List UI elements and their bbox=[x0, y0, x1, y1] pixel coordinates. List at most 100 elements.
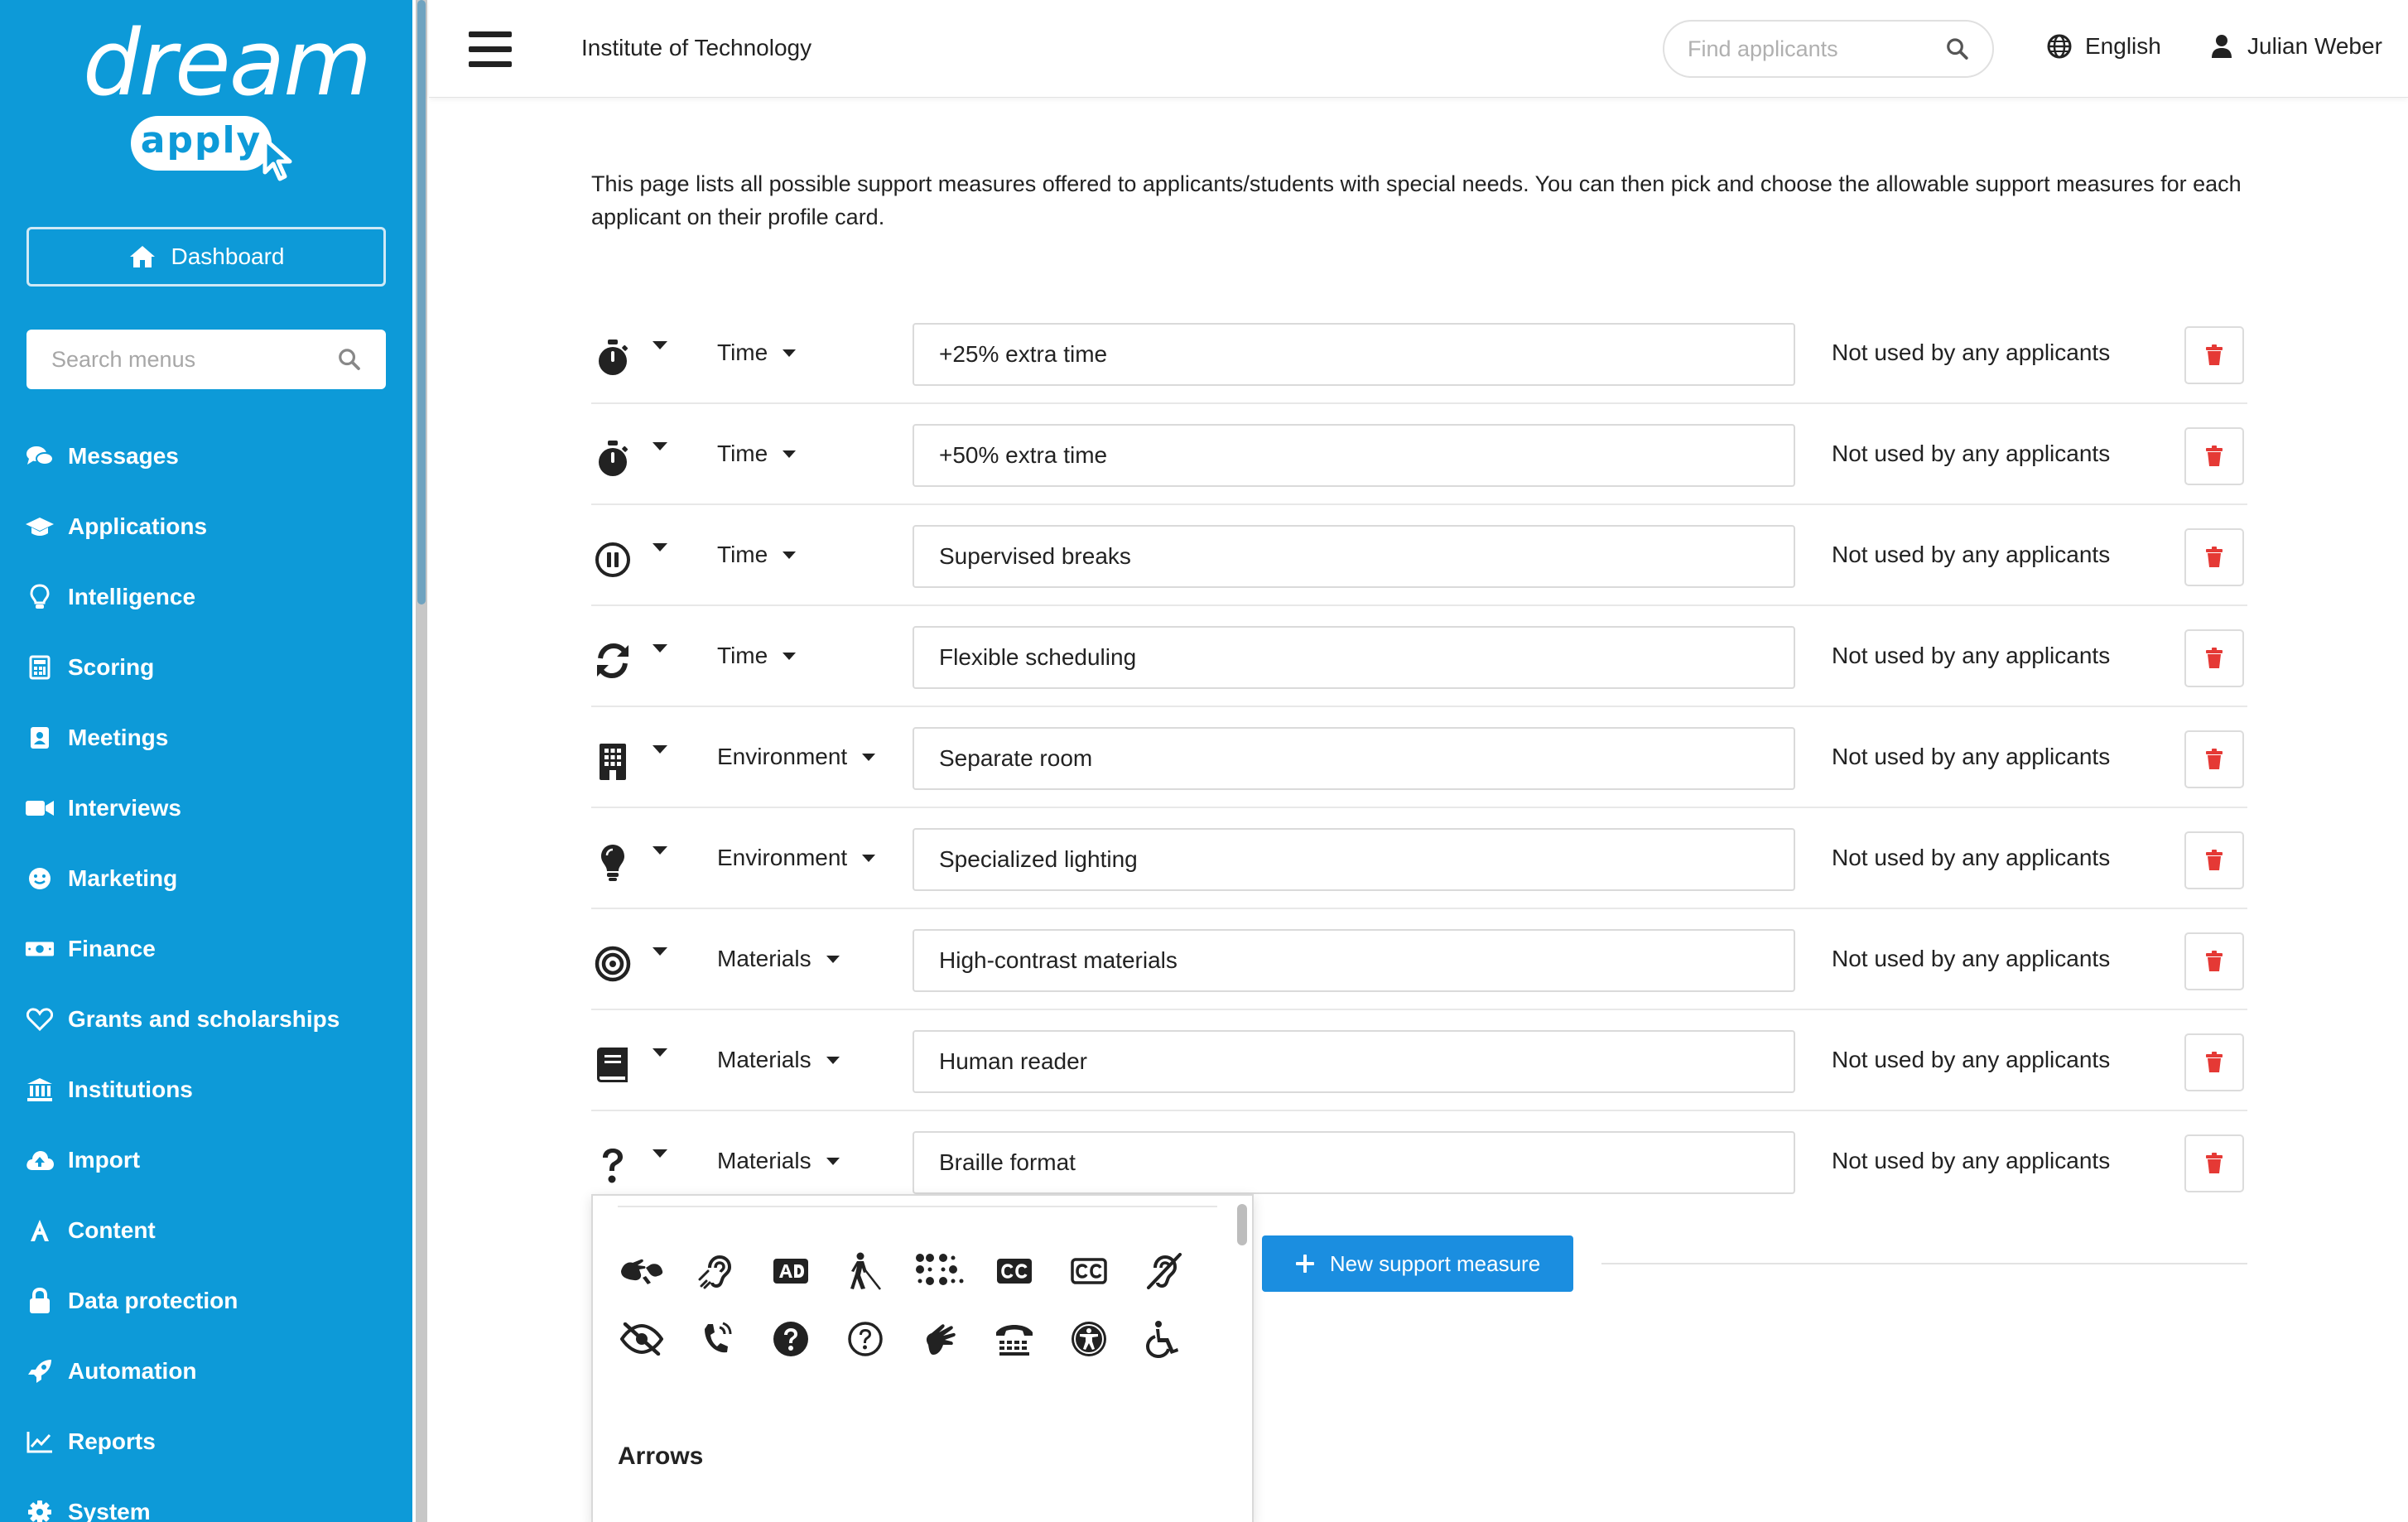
category-dropdown[interactable]: Time bbox=[717, 441, 797, 467]
category-dropdown[interactable]: Environment bbox=[717, 845, 876, 871]
delete-button[interactable] bbox=[2184, 1134, 2244, 1192]
applicant-search-input[interactable] bbox=[1688, 36, 1947, 62]
icon-dropdown-toggle[interactable] bbox=[653, 442, 667, 450]
sidebar-item-institutions[interactable]: Institutions bbox=[0, 1054, 412, 1125]
logo-wordmark: dream bbox=[83, 10, 372, 116]
icon-dropdown-toggle[interactable] bbox=[653, 1048, 667, 1057]
sidebar-scrollbar-thumb[interactable] bbox=[417, 0, 426, 604]
bullseye-icon[interactable] bbox=[591, 942, 634, 985]
sidebar-item-messages[interactable]: Messages bbox=[0, 421, 412, 491]
icon-dropdown-toggle[interactable] bbox=[653, 1149, 667, 1158]
braille-icon[interactable] bbox=[911, 1242, 969, 1300]
icon-dropdown-toggle[interactable] bbox=[653, 644, 667, 653]
category-label: Time bbox=[717, 441, 768, 466]
category-dropdown[interactable]: Time bbox=[717, 340, 797, 366]
measure-name-input[interactable] bbox=[913, 323, 1795, 386]
language-selector[interactable]: English bbox=[2047, 33, 2161, 60]
wheelchair-icon[interactable] bbox=[1134, 1310, 1192, 1368]
trash-icon bbox=[2206, 1153, 2223, 1173]
sidebar-item-automation[interactable]: Automation bbox=[0, 1336, 412, 1406]
measure-name-input[interactable] bbox=[913, 525, 1795, 588]
category-dropdown[interactable]: Materials bbox=[717, 1148, 840, 1174]
icon-dropdown-toggle[interactable] bbox=[653, 745, 667, 754]
building-icon[interactable] bbox=[591, 740, 634, 783]
closed-captioning-icon[interactable] bbox=[985, 1242, 1043, 1300]
sign-language-interpreting-icon[interactable] bbox=[613, 1242, 671, 1300]
measure-name-input[interactable] bbox=[913, 828, 1795, 891]
stopwatch-icon[interactable] bbox=[591, 336, 634, 379]
delete-button[interactable] bbox=[2184, 629, 2244, 687]
universal-access-icon[interactable] bbox=[1060, 1310, 1118, 1368]
pause-circle-icon[interactable] bbox=[591, 538, 634, 581]
measure-name-input[interactable] bbox=[913, 727, 1795, 790]
category-dropdown[interactable]: Time bbox=[717, 542, 797, 568]
question-circle-icon[interactable] bbox=[762, 1310, 820, 1368]
dreamapply-logo[interactable]: dream apply bbox=[83, 10, 372, 184]
dashboard-button[interactable]: Dashboard bbox=[26, 227, 386, 287]
delete-button[interactable] bbox=[2184, 528, 2244, 586]
assistive-listening-icon[interactable] bbox=[687, 1242, 745, 1300]
sidebar-item-system[interactable]: System bbox=[0, 1476, 412, 1522]
sidebar-item-content[interactable]: Content bbox=[0, 1195, 412, 1265]
category-dropdown[interactable]: Materials bbox=[717, 1047, 840, 1073]
measure-name-input[interactable] bbox=[913, 424, 1795, 487]
icon-dropdown-toggle[interactable] bbox=[653, 341, 667, 349]
sidebar-item-grants[interactable]: Grants and scholarships bbox=[0, 984, 412, 1054]
delete-button[interactable] bbox=[2184, 326, 2244, 384]
tty-icon[interactable] bbox=[985, 1310, 1043, 1368]
low-vision-icon[interactable] bbox=[613, 1310, 671, 1368]
delete-button[interactable] bbox=[2184, 932, 2244, 990]
sidebar-item-interviews[interactable]: Interviews bbox=[0, 773, 412, 843]
sidebar-item-applications[interactable]: Applications bbox=[0, 491, 412, 561]
sidebar-item-import[interactable]: Import bbox=[0, 1125, 412, 1195]
smile-icon bbox=[25, 864, 55, 893]
menu-search bbox=[26, 330, 386, 389]
lightbulb-icon[interactable] bbox=[591, 841, 634, 884]
book-icon[interactable] bbox=[591, 1043, 634, 1086]
icon-dropdown-toggle[interactable] bbox=[653, 846, 667, 855]
new-support-measure-button[interactable]: New support measure bbox=[1262, 1235, 1573, 1292]
question-circle-outline-icon[interactable] bbox=[836, 1310, 894, 1368]
volume-control-phone-icon[interactable] bbox=[687, 1310, 745, 1368]
delete-button[interactable] bbox=[2184, 427, 2244, 485]
sidebar-item-label: Messages bbox=[68, 442, 179, 469]
sidebar-item-label: Content bbox=[68, 1216, 156, 1243]
measure-name-input[interactable] bbox=[913, 626, 1795, 689]
sidebar-item-marketing[interactable]: Marketing bbox=[0, 843, 412, 913]
sidebar-item-finance[interactable]: Finance bbox=[0, 913, 412, 984]
search-icon[interactable] bbox=[1946, 36, 1969, 61]
blind-icon[interactable] bbox=[836, 1242, 894, 1300]
stopwatch-icon[interactable] bbox=[591, 437, 634, 480]
delete-button[interactable] bbox=[2184, 1033, 2244, 1091]
trash-icon bbox=[2206, 749, 2223, 769]
delete-button[interactable] bbox=[2184, 730, 2244, 788]
sidebar-scrollbar[interactable] bbox=[416, 0, 427, 1522]
menu-search-input[interactable] bbox=[51, 346, 339, 373]
sign-language-icon[interactable] bbox=[911, 1310, 969, 1368]
search-icon[interactable] bbox=[338, 347, 361, 372]
deaf-icon[interactable] bbox=[1134, 1242, 1192, 1300]
sidebar-item-intelligence[interactable]: Intelligence bbox=[0, 561, 412, 632]
category-dropdown[interactable]: Environment bbox=[717, 744, 876, 770]
audio-description-icon[interactable] bbox=[762, 1242, 820, 1300]
user-menu[interactable]: Julian Weber bbox=[2211, 33, 2382, 60]
sidebar-item-label: Marketing bbox=[68, 865, 178, 891]
question-icon[interactable] bbox=[591, 1144, 634, 1187]
icon-dropdown-toggle[interactable] bbox=[653, 947, 667, 956]
sidebar-item-scoring[interactable]: Scoring bbox=[0, 632, 412, 702]
icon-dropdown-toggle[interactable] bbox=[653, 543, 667, 551]
category-dropdown[interactable]: Time bbox=[717, 643, 797, 669]
sidebar-item-meetings[interactable]: Meetings bbox=[0, 702, 412, 773]
menu-toggle-button[interactable] bbox=[469, 31, 512, 68]
chart-line-icon bbox=[25, 1427, 55, 1457]
icon-picker-scrollbar[interactable] bbox=[1237, 1204, 1247, 1245]
category-dropdown[interactable]: Materials bbox=[717, 946, 840, 972]
sidebar-item-reports[interactable]: Reports bbox=[0, 1406, 412, 1476]
measure-name-input[interactable] bbox=[913, 1030, 1795, 1093]
measure-name-input[interactable] bbox=[913, 929, 1795, 992]
closed-captioning-outline-icon[interactable] bbox=[1060, 1242, 1118, 1300]
sync-icon[interactable] bbox=[591, 639, 634, 682]
measure-name-input[interactable] bbox=[913, 1131, 1795, 1194]
sidebar-item-data-protection[interactable]: Data protection bbox=[0, 1265, 412, 1336]
delete-button[interactable] bbox=[2184, 831, 2244, 889]
